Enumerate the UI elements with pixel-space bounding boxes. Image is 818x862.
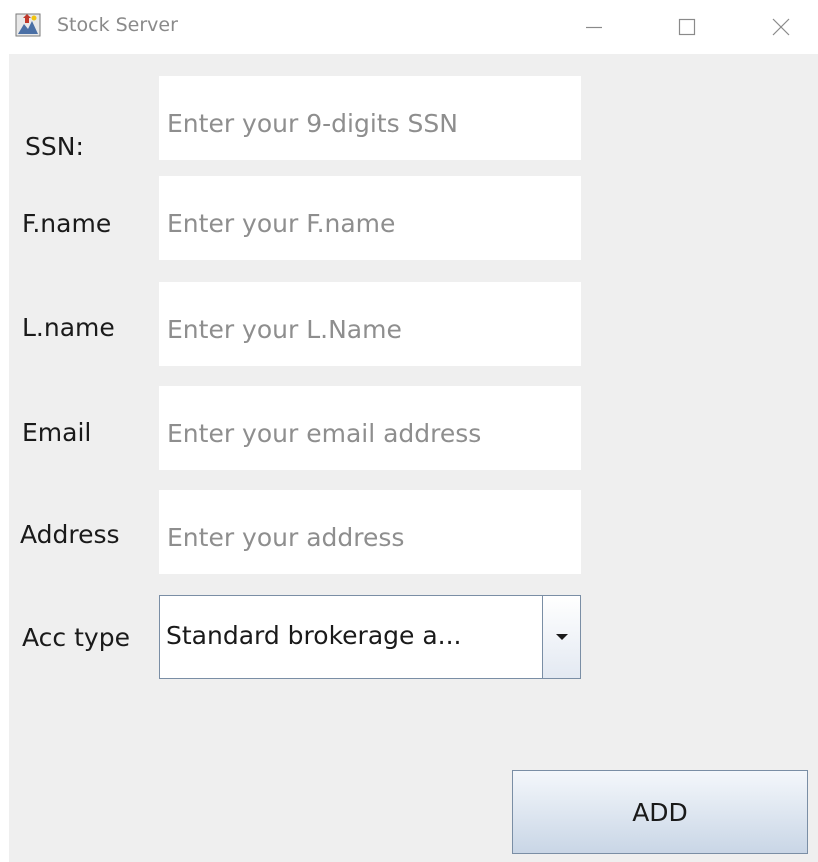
last-name-label: L.name: [22, 313, 115, 342]
java-app-icon[interactable]: [15, 12, 41, 38]
acc-type-dropdown-button[interactable]: [542, 596, 580, 678]
email-input[interactable]: [159, 386, 581, 470]
maximize-button[interactable]: [660, 0, 714, 54]
title-bar[interactable]: Stock Server: [0, 0, 818, 54]
last-name-input[interactable]: [159, 282, 581, 366]
form-panel: SSN: F.name L.name Email Address Acc typ…: [9, 54, 818, 862]
ssn-label: SSN:: [25, 132, 84, 161]
minimize-button[interactable]: [567, 0, 621, 54]
window-title: Stock Server: [57, 14, 178, 36]
stock-server-window: Stock Server SSN: F.name L.name Email A: [0, 0, 818, 862]
add-button[interactable]: ADD: [512, 770, 808, 854]
acc-type-dropdown[interactable]: Standard brokerage a...: [159, 595, 581, 679]
close-button[interactable]: [754, 0, 808, 54]
ssn-input[interactable]: [159, 76, 581, 160]
minimize-icon: [586, 26, 602, 29]
first-name-label: F.name: [22, 209, 112, 238]
address-label: Address: [20, 520, 120, 549]
acc-type-selected-value: Standard brokerage a...: [166, 621, 462, 650]
acc-type-label: Acc type: [22, 623, 130, 652]
chevron-down-icon: [555, 634, 568, 640]
close-icon: [772, 18, 790, 36]
email-label: Email: [22, 418, 92, 447]
maximize-icon: [678, 18, 696, 36]
first-name-input[interactable]: [159, 176, 581, 260]
address-input[interactable]: [159, 490, 581, 574]
